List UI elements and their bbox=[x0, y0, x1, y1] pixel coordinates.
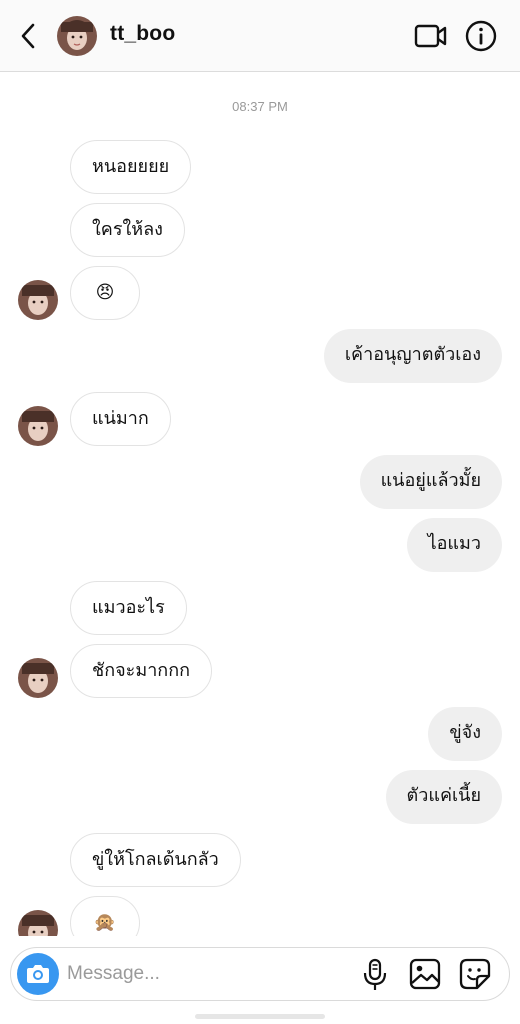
avatar[interactable] bbox=[57, 16, 97, 56]
sender-avatar[interactable] bbox=[18, 280, 58, 320]
message-bubble-outgoing[interactable]: เค้าอนุญาตตัวเอง bbox=[323, 329, 502, 383]
message-bubble-outgoing[interactable]: ไอแมว bbox=[406, 518, 502, 572]
message-bubble-outgoing[interactable]: ขู่จัง bbox=[428, 707, 502, 761]
chat-header: tt_boo bbox=[0, 0, 520, 72]
back-button[interactable] bbox=[14, 20, 44, 52]
camera-icon bbox=[27, 965, 49, 983]
sticker-icon bbox=[459, 958, 491, 990]
video-call-button[interactable] bbox=[414, 20, 448, 52]
chat-username[interactable]: tt_boo bbox=[110, 22, 175, 46]
home-indicator bbox=[195, 1014, 325, 1019]
sticker-button[interactable] bbox=[459, 958, 491, 990]
message-bubble-incoming[interactable]: ใครให้ลง bbox=[70, 203, 185, 257]
gallery-button[interactable] bbox=[409, 958, 441, 990]
message-bubble-incoming[interactable]: ชักจะมากกก bbox=[70, 644, 212, 698]
voice-message-button[interactable] bbox=[361, 958, 389, 992]
message-bubble-incoming[interactable]: ขู่ให้โกลเด้นกลัว bbox=[70, 833, 241, 887]
message-bubble-incoming[interactable]: 😠 bbox=[70, 266, 140, 320]
info-icon bbox=[465, 20, 497, 52]
sender-avatar[interactable] bbox=[18, 658, 58, 698]
image-icon bbox=[409, 958, 441, 990]
sender-avatar[interactable] bbox=[18, 406, 58, 446]
info-button[interactable] bbox=[464, 19, 498, 53]
message-composer bbox=[10, 947, 510, 1001]
camera-button[interactable] bbox=[17, 953, 59, 995]
message-bubble-incoming[interactable]: แน่มาก bbox=[70, 392, 171, 446]
video-camera-icon bbox=[414, 24, 447, 48]
chevron-left-icon bbox=[21, 23, 35, 49]
message-timestamp: 08:37 PM bbox=[232, 99, 288, 114]
microphone-icon bbox=[363, 958, 387, 990]
message-bubble-outgoing[interactable]: ตัวแค่เนี้ย bbox=[385, 770, 502, 824]
message-input[interactable] bbox=[67, 958, 337, 990]
message-bubble-incoming[interactable]: แมวอะไร bbox=[70, 581, 187, 635]
message-bubble-outgoing[interactable]: แน่อยู่แล้วมั้ย bbox=[359, 455, 502, 509]
message-bubble-incoming[interactable]: หนอยยยย bbox=[70, 140, 192, 194]
